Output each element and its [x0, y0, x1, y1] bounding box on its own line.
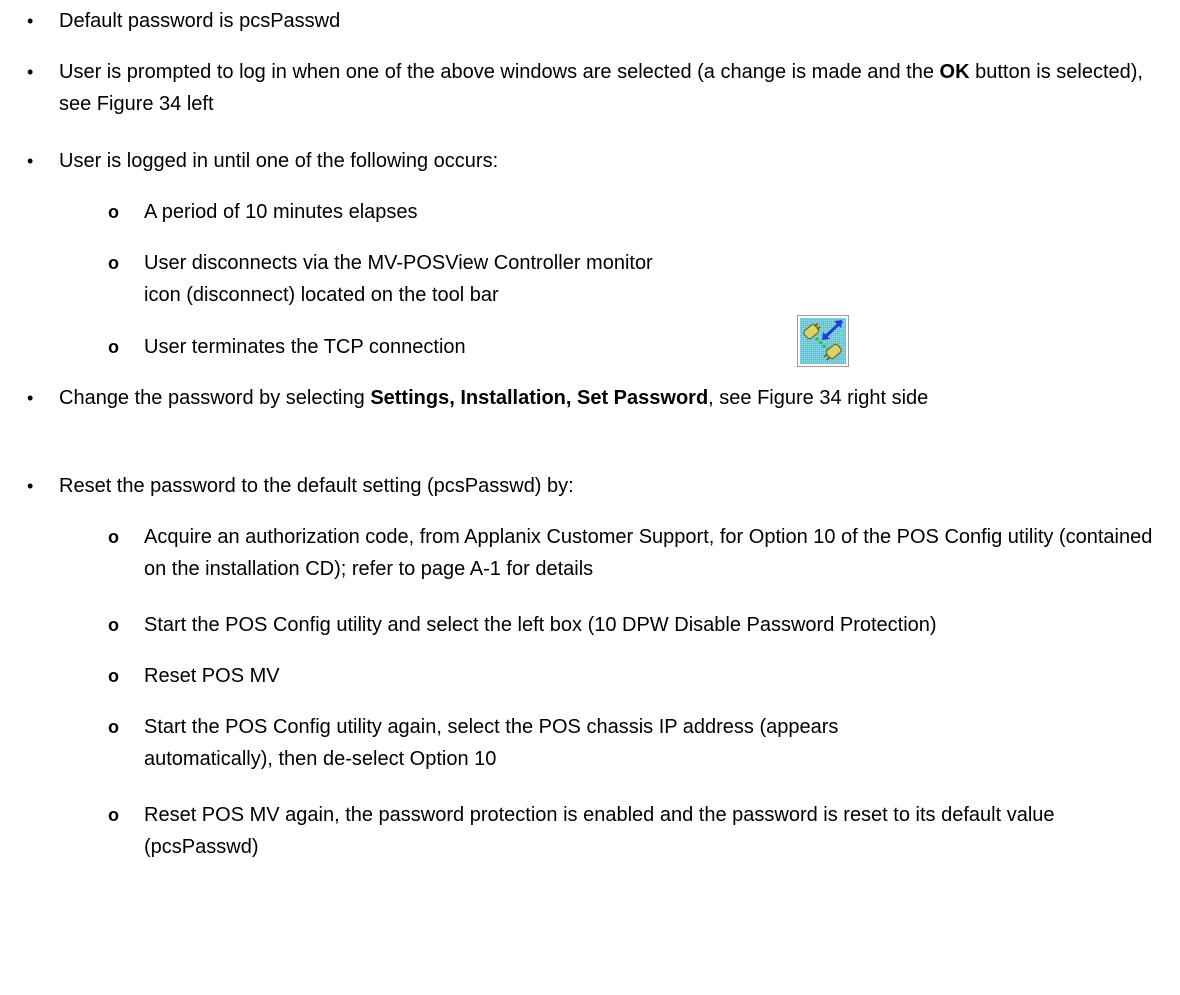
sub-bullet-marker: o — [108, 666, 119, 686]
sub-bullet-text: User terminates the TCP connection — [144, 336, 466, 358]
sub-bullet-text: Reset POS MV again, the password protect… — [144, 804, 1055, 858]
sub-bullet-marker: o — [108, 527, 119, 547]
sub-bullet-marker: o — [108, 253, 119, 273]
sub-bullet-text: Reset POS MV — [144, 665, 280, 687]
sub-bullet-text: Acquire an authorization code, from Appl… — [144, 526, 1153, 580]
sub-bullet-text: Start the POS Config utility again, sele… — [144, 716, 839, 770]
sub-bullet-text: A period of 10 minutes elapses — [144, 201, 418, 223]
sub-bullet-text: User disconnects via the MV-POSView Cont… — [144, 252, 653, 306]
sub-bullet-marker: o — [108, 615, 119, 635]
bullet-marker: • — [27, 388, 34, 408]
sub-bullet-marker: o — [108, 805, 119, 825]
bullet-text: User is logged in until one of the follo… — [59, 150, 499, 172]
document-page: • Default password is pcsPasswd • User i… — [0, 0, 1180, 995]
ok-button-reference: OK — [939, 61, 970, 83]
bullet-text: User is prompted to log in when one of t… — [59, 61, 1143, 115]
sub-bullet-text: Start the POS Config utility and select … — [144, 614, 937, 636]
settings-menu-path: Settings, Installation, Set Password — [370, 387, 709, 409]
bullet-marker: • — [27, 476, 34, 496]
sub-bullet-marker: o — [108, 202, 119, 222]
bullet-text: Change the password by selecting Setting… — [59, 387, 929, 409]
sub-bullet-marker: o — [108, 717, 119, 737]
bullet-marker: • — [27, 62, 34, 82]
bullet-marker: • — [27, 11, 34, 31]
bullet-marker: • — [27, 151, 34, 171]
sub-bullet-marker: o — [108, 337, 119, 357]
bullet-text: Reset the password to the default settin… — [59, 475, 574, 497]
bullet-text: Default password is pcsPasswd — [59, 10, 341, 32]
